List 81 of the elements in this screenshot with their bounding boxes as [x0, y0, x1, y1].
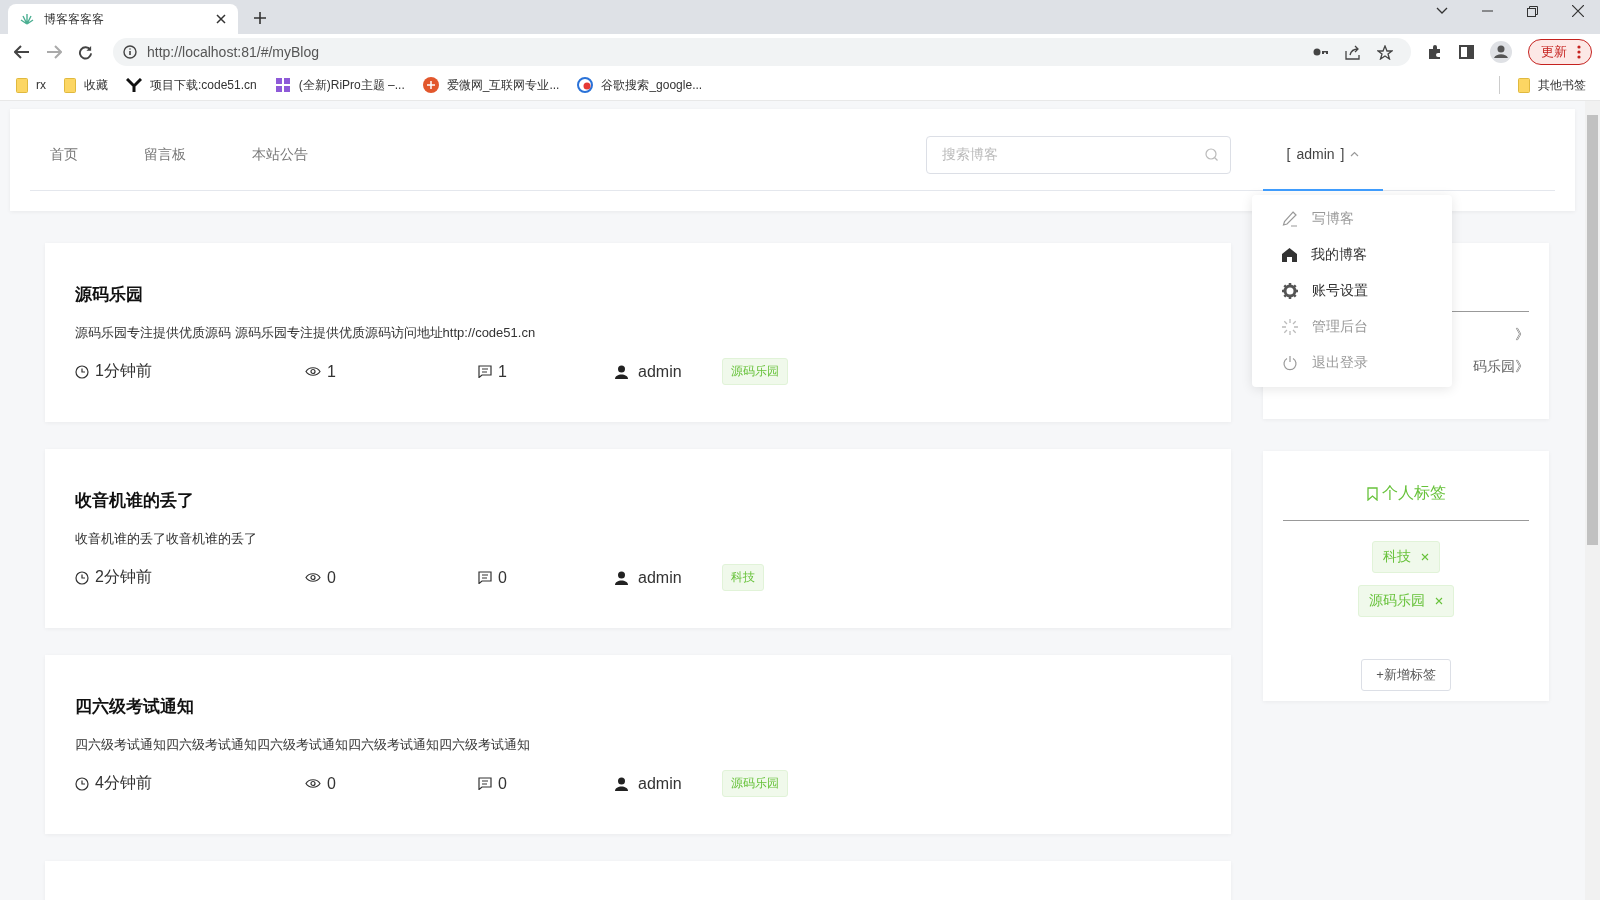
comment-count: 0 — [498, 774, 507, 793]
close-icon[interactable] — [1572, 5, 1584, 17]
comment-count: 1 — [498, 362, 507, 381]
grid-logo-icon — [274, 77, 291, 93]
pen-icon — [1282, 211, 1298, 227]
menu-item[interactable]: 我的博客 — [1252, 237, 1452, 273]
back-icon[interactable] — [14, 45, 30, 59]
folder-icon — [16, 77, 28, 93]
user-icon — [615, 570, 628, 585]
post-author: admin — [638, 362, 682, 381]
add-tag-button[interactable]: +新增标签 — [1361, 659, 1451, 691]
comment-icon — [478, 571, 492, 584]
card-title: 个人标签 — [1381, 483, 1446, 503]
puzzle-icon[interactable] — [1427, 44, 1443, 60]
bookmark-link[interactable]: 项目下载:code51.cn — [150, 76, 257, 94]
post-time: 1分钟前 — [95, 361, 152, 381]
browser-tab[interactable]: 博客客客客 — [8, 4, 238, 34]
post-summary: 源码乐园专注提供优质源码 源码乐园专注提供优质源码访问地址http://code51.cn — [75, 324, 537, 342]
comment-count: 0 — [498, 568, 507, 587]
clock-icon — [75, 364, 89, 379]
update-button[interactable]: 更新 — [1528, 39, 1592, 65]
chevron-up-icon — [1350, 151, 1360, 157]
spinner-icon — [1282, 319, 1298, 335]
eye-icon — [305, 572, 321, 583]
chevron-down-icon[interactable] — [1436, 7, 1448, 15]
new-tab-icon[interactable] — [254, 12, 266, 24]
address-bar[interactable]: http://localhost:81/#/myBlog — [113, 38, 1411, 66]
view-count: 0 — [327, 568, 336, 587]
nav-link[interactable]: 留言板 — [124, 145, 206, 164]
clock-icon — [75, 570, 89, 585]
bookmark-link[interactable]: rx — [36, 78, 46, 92]
globe-logo-icon — [577, 77, 594, 93]
scrollbar[interactable] — [1585, 101, 1600, 900]
view-count: 0 — [327, 774, 336, 793]
power-icon — [1282, 355, 1298, 371]
post-title[interactable]: 四六级考试通知 — [75, 695, 1201, 718]
comment-icon — [478, 777, 492, 790]
menu-item[interactable]: 账号设置 — [1252, 273, 1452, 309]
post-time: 4分钟前 — [95, 773, 152, 793]
eye-icon — [305, 366, 321, 377]
user-icon — [615, 776, 628, 791]
bookmark-link[interactable]: 收藏 — [84, 76, 108, 94]
post-author: admin — [638, 774, 682, 793]
gear-icon — [1282, 283, 1298, 299]
bookmark-link[interactable]: 谷歌搜索_google... — [601, 76, 703, 94]
tab-title: 博客客客客 — [44, 10, 105, 28]
nav-link[interactable]: 本站公告 — [232, 145, 328, 164]
bookmark-link[interactable]: 其他书签 — [1538, 76, 1586, 94]
folder-icon — [1518, 77, 1530, 93]
key-icon[interactable] — [1313, 48, 1329, 56]
restore-icon[interactable] — [1527, 5, 1538, 17]
user-menu-tab[interactable]: [ admin ] — [1263, 119, 1383, 191]
bookmark-link[interactable]: (全新)RiPro主题 –... — [298, 76, 405, 94]
side-panel-icon[interactable] — [1459, 45, 1474, 59]
post-author: admin — [638, 568, 682, 587]
nav-link[interactable]: 首页 — [30, 145, 98, 164]
user-icon — [615, 364, 628, 379]
profile-icon[interactable] — [1490, 41, 1512, 63]
more-icon — [1577, 45, 1581, 59]
circle-logo-icon — [422, 77, 439, 93]
post-summary: 四六级考试通知四六级考试通知四六级考试通知四六级考试通知四六级考试通知 — [75, 736, 531, 754]
info-icon — [123, 45, 137, 59]
search-icon — [1205, 148, 1218, 161]
comment-icon — [478, 365, 492, 378]
leaf-icon — [20, 13, 34, 25]
post-title[interactable]: 源码乐园 — [75, 283, 1201, 306]
clock-icon — [75, 776, 89, 791]
eye-icon — [305, 778, 321, 789]
bookmark-link[interactable]: 爱微网_互联网专业... — [446, 76, 560, 94]
post-title[interactable]: 收音机谁的丢了 — [75, 489, 1201, 512]
post-summary: 收音机谁的丢了收音机谁的丢了 — [75, 530, 258, 548]
bookmark-icon — [1366, 486, 1378, 501]
close-icon[interactable] — [216, 14, 226, 24]
y-logo-icon — [126, 77, 142, 93]
reload-icon[interactable] — [78, 44, 93, 60]
folder-icon — [64, 77, 76, 93]
post-time: 2分钟前 — [95, 567, 152, 587]
star-icon[interactable] — [1377, 44, 1393, 60]
view-count: 1 — [327, 362, 336, 381]
home-icon — [1282, 248, 1297, 262]
share-icon[interactable] — [1345, 44, 1361, 60]
